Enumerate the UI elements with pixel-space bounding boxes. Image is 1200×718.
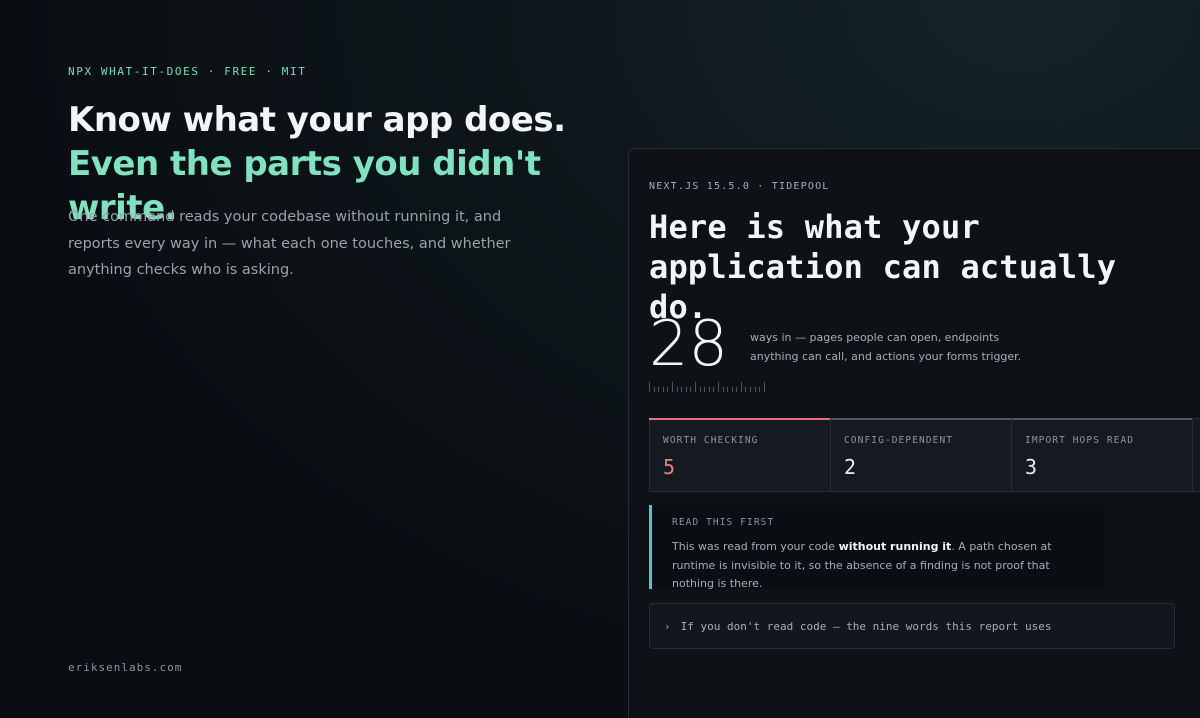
read-this-first-callout: READ THIS FIRST This was read from your …	[649, 505, 1104, 590]
footer-site-link[interactable]: eriksenlabs.com	[68, 661, 182, 674]
glossary-disclosure[interactable]: › If you don't read code — the nine word…	[649, 603, 1175, 649]
hero-eyebrow: NPX WHAT-IT-DOES · FREE · MIT	[68, 65, 307, 78]
report-eyebrow: NEXT.JS 15.5.0 · TIDEPOOL	[649, 181, 830, 192]
stat-label: IMPORT HOPS READ	[1025, 435, 1135, 446]
ways-in-description: ways in — pages people can open, endpoin…	[750, 331, 1022, 363]
stat-config-dependent[interactable]: CONFIG-DEPENDENT 2	[831, 418, 1012, 491]
stat-worth-checking[interactable]: WORTH CHECKING 5	[649, 418, 831, 491]
glossary-disclosure-label: If you don't read code — the nine words …	[680, 619, 1052, 633]
chevron-right-icon: ›	[664, 619, 671, 633]
hero-description: One command reads your codebase without …	[68, 209, 511, 278]
callout-text-start: This was read from your code	[672, 540, 839, 553]
stat-value: 5	[663, 455, 676, 479]
stat-label: WORTH CHECKING	[663, 435, 759, 446]
report-preview-panel: NEXT.JS 15.5.0 · TIDEPOOL Here is what y…	[628, 148, 1200, 718]
ways-in-count: 28	[649, 307, 728, 380]
stat-label: CONFIG-DEPENDENT	[844, 435, 954, 446]
headline-line-1: Know what your app does.	[68, 100, 566, 140]
stat-value: 3	[1025, 455, 1038, 479]
callout-text: This was read from your code without run…	[672, 538, 1082, 594]
callout-text-emphasis: without running it	[838, 540, 952, 553]
stat-value: 2	[844, 455, 857, 479]
tick-ruler	[649, 382, 765, 392]
stats-row: WORTH CHECKING 5 CONFIG-DEPENDENT 2 IMPO…	[649, 418, 1200, 492]
callout-label: READ THIS FIRST	[672, 517, 775, 528]
stat-import-hops-read[interactable]: IMPORT HOPS READ 3	[1012, 418, 1193, 491]
